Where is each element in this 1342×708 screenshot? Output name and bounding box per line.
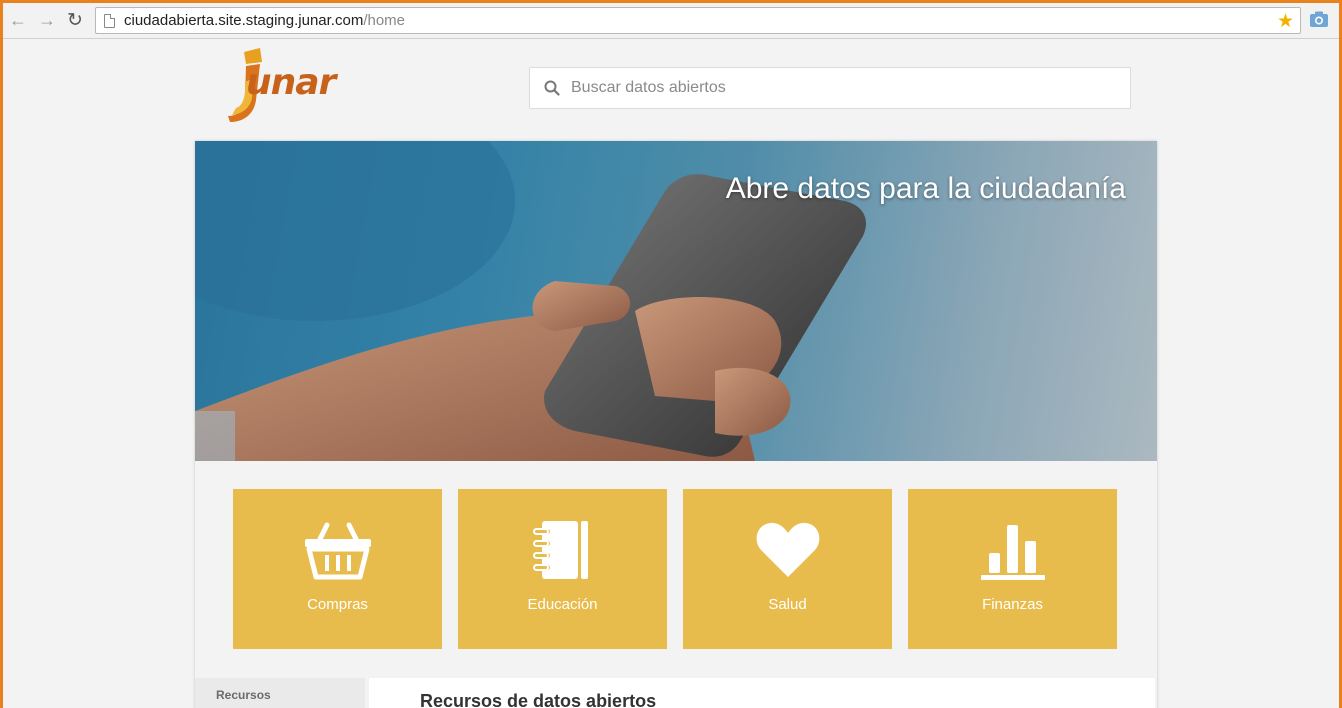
category-label: Compras (307, 596, 368, 613)
url-path: /home (363, 12, 406, 29)
category-tiles: Compras Educación Salud Finanzas (233, 489, 1123, 649)
back-arrow-icon[interactable]: ← (7, 9, 29, 31)
resources-title: Recursos de datos abiertos (420, 691, 657, 708)
category-label: Salud (768, 596, 807, 613)
bookmark-star-icon[interactable]: ★ (1277, 10, 1294, 33)
reload-icon[interactable]: ↻ (64, 9, 86, 31)
category-label: Finanzas (982, 596, 1043, 613)
search-box[interactable] (529, 67, 1131, 109)
main-container: Abre datos para la ciudadanía Compras Ed… (195, 141, 1157, 708)
logo-wordmark: unar (246, 62, 336, 103)
category-label: Educación (527, 596, 598, 613)
browser-toolbar: ← → ↻ ciudadabierta.site.staging.junar.c… (0, 0, 1342, 39)
bar-chart-icon (981, 525, 1045, 580)
resources-panel: Recursos de datos abiertos (369, 678, 1155, 708)
hero-title: Abre datos para la ciudadanía (725, 172, 1126, 205)
camera-icon[interactable] (1309, 10, 1329, 28)
sidebar: Recursos (195, 678, 365, 708)
forward-arrow-icon[interactable]: → (36, 9, 58, 31)
heart-icon (756, 522, 820, 577)
url-text: ciudadabierta.site.staging.junar.com/hom… (124, 12, 405, 29)
search-input[interactable] (571, 79, 1111, 97)
page-icon (104, 13, 115, 28)
hero-banner: Abre datos para la ciudadanía (195, 141, 1157, 461)
search-icon (544, 80, 560, 96)
url-host: ciudadabierta.site.staging.junar.com (124, 12, 364, 29)
category-tile-educacion[interactable]: Educación (458, 489, 667, 649)
category-tile-compras[interactable]: Compras (233, 489, 442, 649)
junar-logo[interactable]: unar (226, 48, 366, 124)
notebook-icon (533, 521, 588, 579)
address-bar[interactable]: ciudadabierta.site.staging.junar.com/hom… (95, 7, 1301, 34)
sidebar-title: Recursos (216, 688, 271, 702)
basket-icon (305, 522, 371, 580)
category-tile-salud[interactable]: Salud (683, 489, 892, 649)
category-tile-finanzas[interactable]: Finanzas (908, 489, 1117, 649)
